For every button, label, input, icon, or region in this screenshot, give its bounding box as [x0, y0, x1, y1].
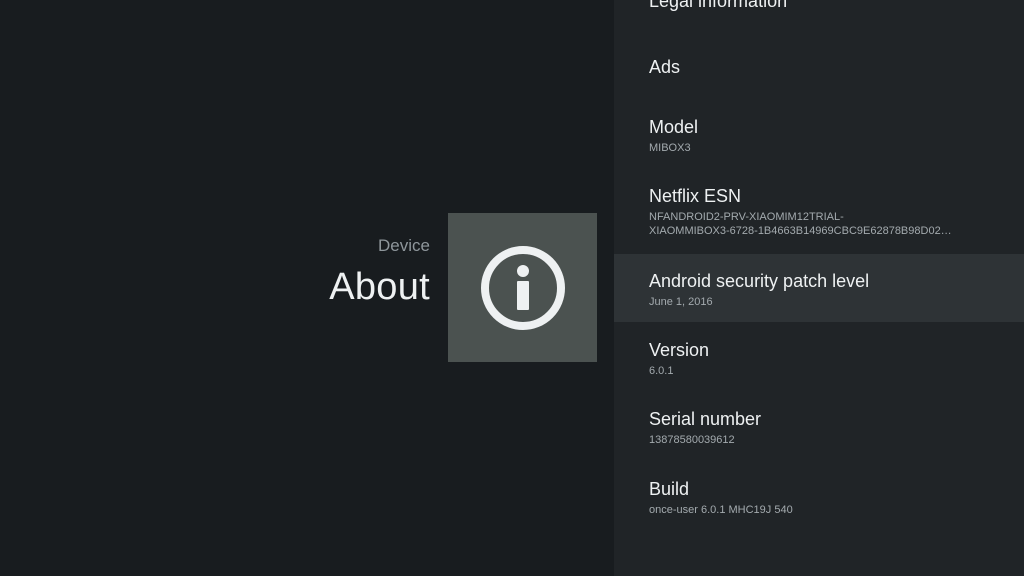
item-title: Model [649, 117, 699, 137]
item-title: Netflix ESN [649, 186, 742, 206]
breadcrumb: Device [378, 236, 430, 255]
info-icon [480, 245, 565, 330]
item-summary-line-2: XIAOMMIBOX3-6728-1B4663B14969CBC9E62878B… [649, 225, 952, 237]
item-summary-line-1: NFANDROID2-PRV-XIAOMIM12TRIAL- [649, 211, 844, 223]
list-item-version[interactable]: Version 6.0.1 [614, 339, 1024, 391]
item-title: Ads [649, 57, 681, 77]
item-summary: 6.0.1 [649, 365, 674, 377]
list-item-legal-information[interactable]: Legal information [614, 0, 1024, 20]
item-title: Version [649, 340, 710, 360]
page-title: About [329, 266, 430, 308]
list-item-security-patch-level[interactable]: Android security patch level June 1, 201… [614, 254, 1024, 322]
screen: Device About Legal information Ads Model… [0, 0, 1024, 576]
item-title: Android security patch level [649, 271, 870, 291]
item-title: Build [649, 479, 690, 499]
item-summary: MIBOX3 [649, 142, 691, 154]
settings-list[interactable]: Legal information Ads Model MIBOX3 Netfl… [614, 0, 1024, 576]
item-summary: 13878580039612 [649, 434, 735, 446]
icon-tile [448, 213, 597, 362]
list-item-netflix-esn[interactable]: Netflix ESN NFANDROID2-PRV-XIAOMIM12TRIA… [614, 185, 1024, 249]
list-item-build[interactable]: Build once-user 6.0.1 MHC19J 540 [614, 478, 1024, 530]
item-title: Legal information [649, 0, 788, 11]
header-pane: Device About [0, 0, 614, 576]
list-item-ads[interactable]: Ads [614, 56, 1024, 96]
item-summary: once-user 6.0.1 MHC19J 540 [649, 504, 793, 516]
list-item-model[interactable]: Model MIBOX3 [614, 116, 1024, 168]
list-item-serial-number[interactable]: Serial number 13878580039612 [614, 408, 1024, 460]
item-summary: June 1, 2016 [649, 296, 713, 308]
item-title: Serial number [649, 409, 762, 429]
